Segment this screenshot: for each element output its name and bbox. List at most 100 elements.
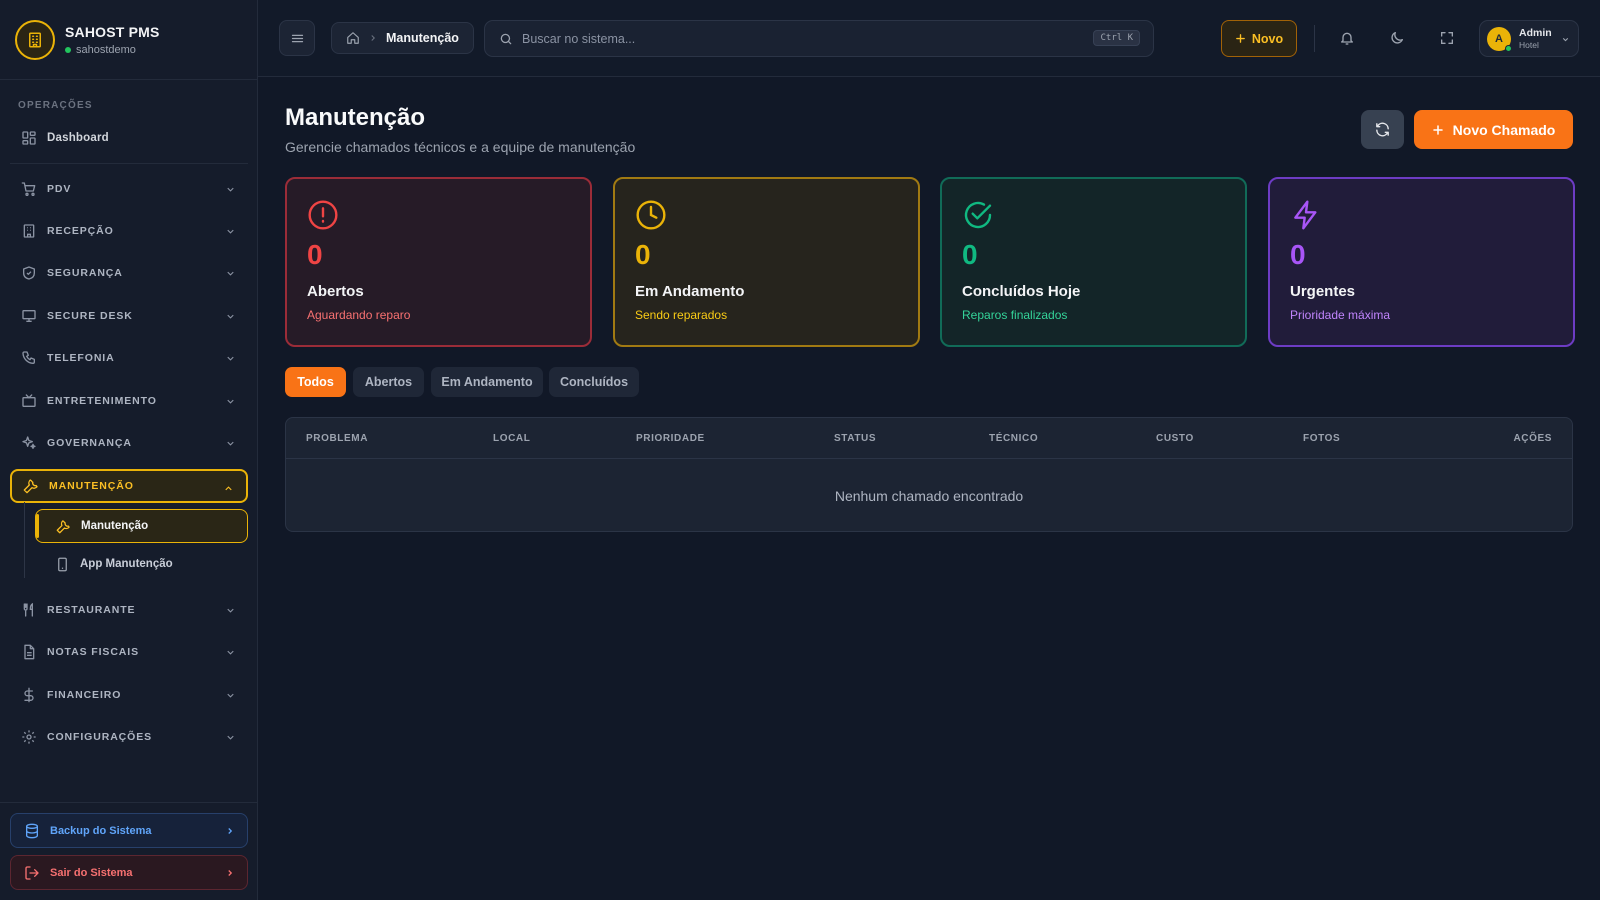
shield-icon (21, 265, 37, 281)
logout-button[interactable]: Sair do Sistema (10, 855, 248, 890)
stat-card-em-andamento: 0 Em Andamento Sendo reparados (613, 177, 920, 347)
sidebar-item-label: FINANCEIRO (47, 689, 122, 701)
column-header-acoes: AÇÕES (1513, 433, 1552, 444)
sidebar-item-pdv[interactable]: PDV (10, 172, 248, 206)
chevron-right-icon (368, 33, 378, 43)
sidebar-item-label: GOVERNANÇA (47, 437, 132, 449)
column-header-custo: CUSTO (1156, 433, 1194, 444)
avatar: A (1487, 26, 1512, 52)
stat-card-concluidos-hoje: 0 Concluídos Hoje Reparos finalizados (940, 177, 1247, 347)
stat-value: 0 (635, 239, 651, 270)
stat-subtitle: Reparos finalizados (962, 308, 1068, 322)
new-button[interactable]: Novo (1221, 20, 1297, 57)
notifications-button[interactable] (1333, 24, 1361, 52)
chevron-right-icon (225, 826, 235, 836)
sidebar-subitem-app-manutencao[interactable]: App Manutenção (35, 547, 248, 581)
sidebar-item-label: MANUTENÇÃO (49, 480, 134, 492)
phone-icon (21, 350, 37, 366)
page-subtitle: Gerencie chamados técnicos e a equipe de… (285, 139, 636, 155)
stat-subtitle: Aguardando reparo (307, 308, 411, 322)
sidebar-item-label: SEGURANÇA (47, 267, 123, 279)
utensils-icon (21, 602, 37, 618)
user-menu[interactable]: A Admin Hotel (1479, 20, 1579, 57)
sidebar-item-entretenimento[interactable]: ENTRETENIMENTO (10, 384, 248, 418)
breadcrumb: Manutenção (331, 22, 474, 54)
fullscreen-icon (1439, 30, 1455, 46)
sidebar-item-label: RESTAURANTE (47, 604, 136, 616)
check-circle-icon (962, 199, 994, 231)
backup-button[interactable]: Backup do Sistema (10, 813, 248, 848)
stat-value: 0 (307, 239, 323, 270)
sidebar-subitem-manutencao[interactable]: Manutenção (35, 509, 248, 543)
stat-card-abertos: 0 Abertos Aguardando reparo (285, 177, 592, 347)
new-ticket-label: Novo Chamado (1452, 121, 1556, 138)
table-header: PROBLEMA LOCAL PRIORIDADE STATUS TÉCNICO… (286, 418, 1572, 459)
home-icon[interactable] (346, 31, 360, 45)
search-bar[interactable]: Ctrl K (484, 20, 1154, 57)
user-role: Hotel (1519, 40, 1539, 50)
chevron-down-icon (225, 690, 236, 701)
sidebar-item-notas-fiscais[interactable]: NOTAS FISCAIS (10, 635, 248, 669)
submenu-guide-line (24, 502, 25, 578)
page-title: Manutenção (285, 104, 426, 131)
column-header-problema: PROBLEMA (306, 433, 369, 444)
database-icon (24, 823, 40, 839)
search-icon (499, 32, 513, 46)
alert-circle-icon (307, 199, 339, 231)
dollar-icon (21, 687, 37, 703)
sidebar-item-seguranca[interactable]: SEGURANÇA (10, 256, 248, 290)
monitor-icon (21, 308, 37, 324)
chevron-down-icon (225, 353, 236, 364)
sidebar-item-secure-desk[interactable]: SECURE DESK (10, 299, 248, 333)
sidebar-footer-divider (0, 802, 258, 803)
online-status-dot (65, 46, 71, 53)
tab-em-andamento[interactable]: Em Andamento (431, 367, 543, 397)
search-input[interactable] (522, 31, 1082, 46)
tab-concluidos[interactable]: Concluídos (549, 367, 639, 397)
table-empty-message: Nenhum chamado encontrado (834, 487, 1024, 504)
backup-label: Backup do Sistema (50, 824, 152, 837)
chevron-up-icon (223, 483, 234, 494)
dashboard-grid-icon (21, 130, 37, 146)
stat-title: Abertos (307, 283, 364, 300)
new-ticket-button[interactable]: Novo Chamado (1414, 110, 1573, 149)
sidebar-item-dashboard[interactable]: Dashboard (10, 121, 248, 155)
sidebar-item-label: ENTRETENIMENTO (47, 395, 157, 407)
sidebar-item-configuracoes[interactable]: CONFIGURAÇÕES (10, 720, 248, 754)
column-header-local: LOCAL (493, 433, 531, 444)
refresh-button[interactable] (1361, 110, 1404, 149)
topbar-divider (1314, 25, 1315, 52)
chevron-down-icon (225, 396, 236, 407)
sidebar-item-recepcao[interactable]: RECEPÇÃO (10, 214, 248, 248)
refresh-icon (1374, 121, 1391, 138)
tab-abertos[interactable]: Abertos (353, 367, 424, 397)
sidebar-item-label: NOTAS FISCAIS (47, 646, 140, 658)
sidebar-item-restaurante[interactable]: RESTAURANTE (10, 593, 248, 627)
wrench-icon (23, 478, 39, 494)
stat-card-urgentes: 0 Urgentes Prioridade máxima (1268, 177, 1575, 347)
new-button-label: Novo (1251, 31, 1284, 46)
chevron-down-icon (225, 605, 236, 616)
tab-todos[interactable]: Todos (285, 367, 346, 397)
menu-toggle-button[interactable] (279, 20, 315, 56)
sidebar-item-label: TELEFONIA (47, 352, 115, 364)
fullscreen-button[interactable] (1433, 24, 1461, 52)
sidebar: SAHOST PMS sahostdemo OPERAÇÕES Dashboar… (0, 0, 258, 900)
hamburger-icon (290, 31, 305, 46)
sidebar-item-governanca[interactable]: GOVERNANÇA (10, 426, 248, 460)
sidebar-item-financeiro[interactable]: FINANCEIRO (10, 678, 248, 712)
building-icon (21, 223, 37, 239)
sidebar-item-telefonia[interactable]: TELEFONIA (10, 341, 248, 375)
theme-toggle-button[interactable] (1383, 24, 1411, 52)
brand-name: SAHOST PMS (65, 23, 160, 40)
column-header-prioridade: PRIORIDADE (636, 433, 705, 444)
sidebar-item-label: SECURE DESK (47, 310, 133, 322)
chevron-down-icon (225, 184, 236, 195)
online-status-dot (1505, 44, 1512, 52)
chevron-down-icon (225, 438, 236, 449)
sidebar-item-label: PDV (47, 183, 72, 195)
sidebar-item-label: RECEPÇÃO (47, 225, 114, 237)
stat-title: Urgentes (1290, 283, 1356, 300)
sidebar-item-label: Dashboard (47, 132, 109, 144)
sidebar-item-manutencao[interactable]: MANUTENÇÃO (10, 469, 248, 503)
